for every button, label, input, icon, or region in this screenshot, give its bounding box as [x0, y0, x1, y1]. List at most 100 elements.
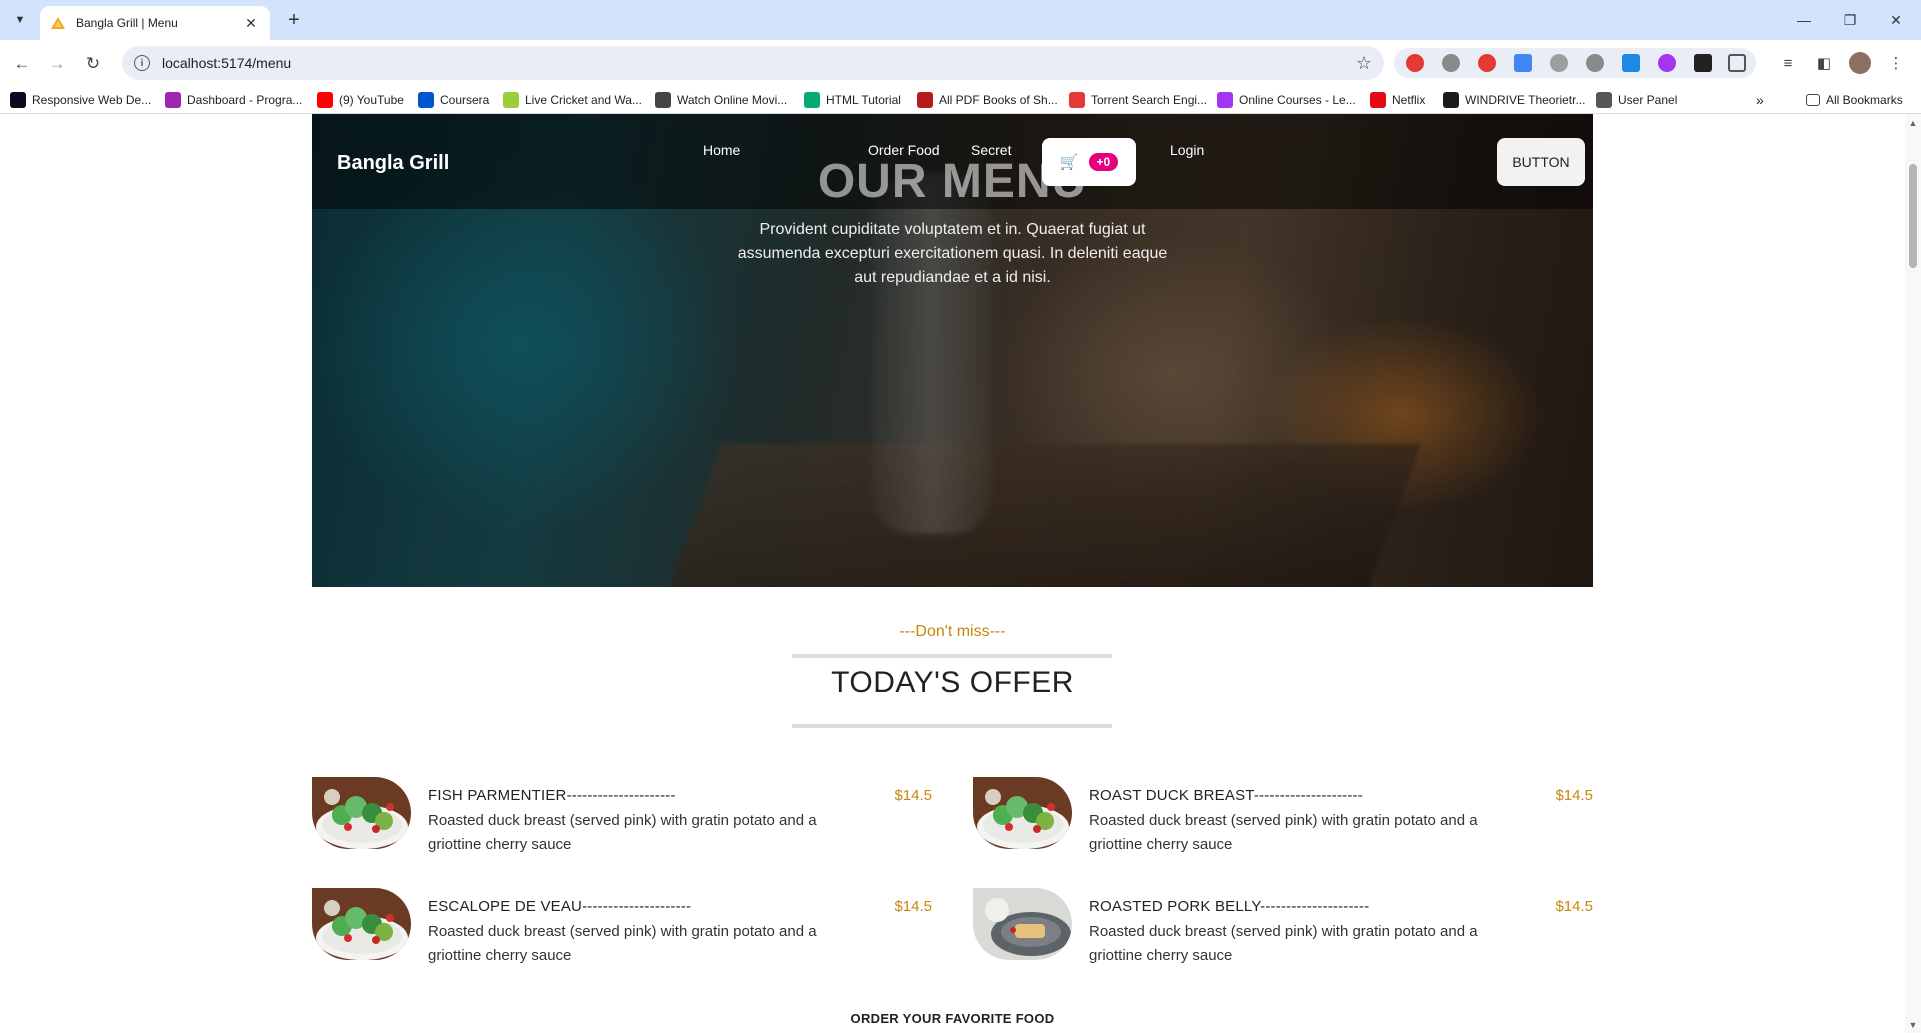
- minimize-icon[interactable]: —: [1781, 0, 1827, 40]
- menu-item-desc: Roasted duck breast (served pink) with g…: [1089, 923, 1478, 964]
- globe-icon: [1596, 92, 1612, 108]
- extension-bug2-icon[interactable]: [1586, 54, 1604, 72]
- food-image: [973, 777, 1072, 849]
- page-scrollbar[interactable]: ▲ ▼: [1905, 114, 1921, 1033]
- menu-item-name: ROASTED PORK BELLY---------------------: [1089, 898, 1370, 915]
- cart-button[interactable]: 🛒 +0: [1042, 138, 1136, 186]
- bookmark-item[interactable]: All PDF Books of Sh...: [917, 91, 1058, 109]
- bookmark-item[interactable]: Online Courses - Le...: [1217, 91, 1356, 109]
- offer-rule-top: [792, 654, 1112, 658]
- bookmark-label: Netflix: [1392, 93, 1426, 107]
- nav-login[interactable]: Login: [1170, 142, 1204, 158]
- tab-close-icon[interactable]: ✕: [242, 15, 260, 32]
- bookmarks-bar: Responsive Web De... Dashboard - Progra..…: [0, 86, 1921, 114]
- book-icon: [917, 92, 933, 108]
- bookmark-label: WINDRIVE Theorietr...: [1465, 93, 1586, 107]
- all-bookmarks[interactable]: All Bookmarks: [1806, 91, 1903, 109]
- extension-globe-icon[interactable]: [1550, 54, 1568, 72]
- bookmark-item[interactable]: User Panel: [1596, 91, 1677, 109]
- bookmark-item[interactable]: Watch Online Movi...: [655, 91, 787, 109]
- bookmarks-overflow-icon[interactable]: »: [1756, 91, 1764, 109]
- address-url[interactable]: localhost:5174/menu: [162, 55, 1356, 71]
- navbar-button[interactable]: BUTTON: [1497, 138, 1585, 186]
- browser-tab-bar: ▼ Bangla Grill | Menu ✕ + — ❐ ✕: [0, 0, 1921, 40]
- window-close-icon[interactable]: ✕: [1873, 0, 1919, 40]
- menu-item[interactable]: ROASTED PORK BELLY--------------------- …: [973, 888, 1593, 964]
- youtube-icon: [317, 92, 333, 108]
- bookmark-item[interactable]: HTML Tutorial: [804, 91, 901, 109]
- site-brand[interactable]: Bangla Grill: [337, 152, 449, 175]
- tab-title: Bangla Grill | Menu: [76, 16, 178, 30]
- new-tab-plus-icon[interactable]: +: [282, 8, 306, 32]
- food-image: [312, 777, 411, 849]
- menu-item[interactable]: FISH PARMENTIER--------------------- Roa…: [312, 777, 932, 853]
- nav-secret[interactable]: Secret: [971, 142, 1011, 158]
- nav-order-food[interactable]: Order Food: [868, 142, 940, 158]
- menu-item-desc: Roasted duck breast (served pink) with g…: [428, 923, 817, 964]
- reload-icon[interactable]: ↻: [79, 50, 107, 78]
- offer-title: TODAY'S OFFER: [831, 666, 1074, 699]
- bookmark-label: User Panel: [1618, 93, 1678, 107]
- tab-search-chevron-icon[interactable]: ▼: [8, 8, 32, 32]
- menu-item-price: $14.5: [1555, 787, 1593, 804]
- bookmark-item[interactable]: Netflix: [1370, 91, 1425, 109]
- bookmark-label: Torrent Search Engi...: [1091, 93, 1208, 107]
- menu-item-name: ESCALOPE DE VEAU---------------------: [428, 898, 692, 915]
- profile-avatar[interactable]: [1849, 52, 1871, 74]
- food-image: [973, 888, 1072, 960]
- coursera-icon: [418, 92, 434, 108]
- extension-bug-icon[interactable]: [1442, 54, 1460, 72]
- back-arrow-icon[interactable]: ←: [8, 50, 36, 78]
- bookmark-item[interactable]: Coursera: [418, 91, 489, 109]
- nav-home[interactable]: Home: [703, 142, 740, 158]
- browser-toolbar: ← → ↻ i localhost:5174/menu ☆ ≡ ◧ ⋮: [0, 40, 1921, 86]
- bookmark-item[interactable]: WINDRIVE Theorietr...: [1443, 91, 1585, 109]
- browser-menu-icon[interactable]: ⋮: [1885, 52, 1907, 74]
- bookmark-star-icon[interactable]: ☆: [1356, 53, 1372, 74]
- cart-icon: 🛒: [1059, 154, 1079, 171]
- menu-item[interactable]: ESCALOPE DE VEAU--------------------- Ro…: [312, 888, 932, 964]
- all-bookmarks-label: All Bookmarks: [1826, 93, 1903, 107]
- scroll-down-icon[interactable]: ▼: [1908, 1020, 1918, 1030]
- page-viewport: OUR MENU Bangla Grill Home Order Food Se…: [0, 114, 1905, 1033]
- adblock-icon[interactable]: [1406, 54, 1424, 72]
- scroll-up-icon[interactable]: ▲: [1908, 118, 1918, 128]
- reading-list-icon[interactable]: ≡: [1777, 52, 1799, 74]
- bookmark-label: Online Courses - Le...: [1239, 93, 1356, 107]
- extension-purple-icon[interactable]: [1658, 54, 1676, 72]
- bookmark-label: Coursera: [440, 93, 490, 107]
- udemy-icon: [1217, 92, 1233, 108]
- scroll-thumb[interactable]: [1909, 164, 1917, 268]
- folder-icon: [1806, 94, 1820, 106]
- extension-dark-icon[interactable]: [1694, 54, 1712, 72]
- menu-item[interactable]: ROAST DUCK BREAST--------------------- R…: [973, 777, 1593, 853]
- extension-stop-icon[interactable]: [1478, 54, 1496, 72]
- bookmark-label: All PDF Books of Sh...: [939, 93, 1058, 107]
- bookmark-label: Responsive Web De...: [32, 93, 152, 107]
- bookmark-label: Live Cricket and Wa...: [525, 93, 642, 107]
- extensions-area: [1394, 48, 1756, 78]
- forward-arrow-icon[interactable]: →: [43, 50, 71, 78]
- menu-item-price: $14.5: [1555, 898, 1593, 915]
- bookmark-item[interactable]: Dashboard - Progra...: [165, 91, 302, 109]
- site-info-icon[interactable]: i: [134, 55, 150, 71]
- extensions-puzzle-icon[interactable]: [1728, 54, 1746, 72]
- order-section-heading: ORDER YOUR FAVORITE FOOD: [850, 1011, 1055, 1026]
- menu-item-desc: Roasted duck breast (served pink) with g…: [1089, 812, 1478, 853]
- bookmark-item[interactable]: Responsive Web De...: [10, 91, 151, 109]
- address-bar[interactable]: i localhost:5174/menu ☆: [122, 46, 1384, 80]
- salad-plate-icon: [312, 777, 411, 849]
- salad-plate-icon: [312, 888, 411, 960]
- browser-tab-active[interactable]: Bangla Grill | Menu ✕: [40, 6, 270, 40]
- offer-rule-bottom: [792, 724, 1112, 728]
- bookmark-item[interactable]: Torrent Search Engi...: [1069, 91, 1207, 109]
- menu-item-desc: Roasted duck breast (served pink) with g…: [428, 812, 817, 853]
- menu-item-name: FISH PARMENTIER---------------------: [428, 787, 676, 804]
- bookmark-item[interactable]: Live Cricket and Wa...: [503, 91, 642, 109]
- side-panel-icon[interactable]: ◧: [1813, 52, 1835, 74]
- translate-icon[interactable]: [1514, 54, 1532, 72]
- extension-translate2-icon[interactable]: [1622, 54, 1640, 72]
- bookmark-item[interactable]: (9) YouTube: [317, 91, 404, 109]
- fcc-icon: [10, 92, 26, 108]
- restore-icon[interactable]: ❐: [1827, 0, 1873, 40]
